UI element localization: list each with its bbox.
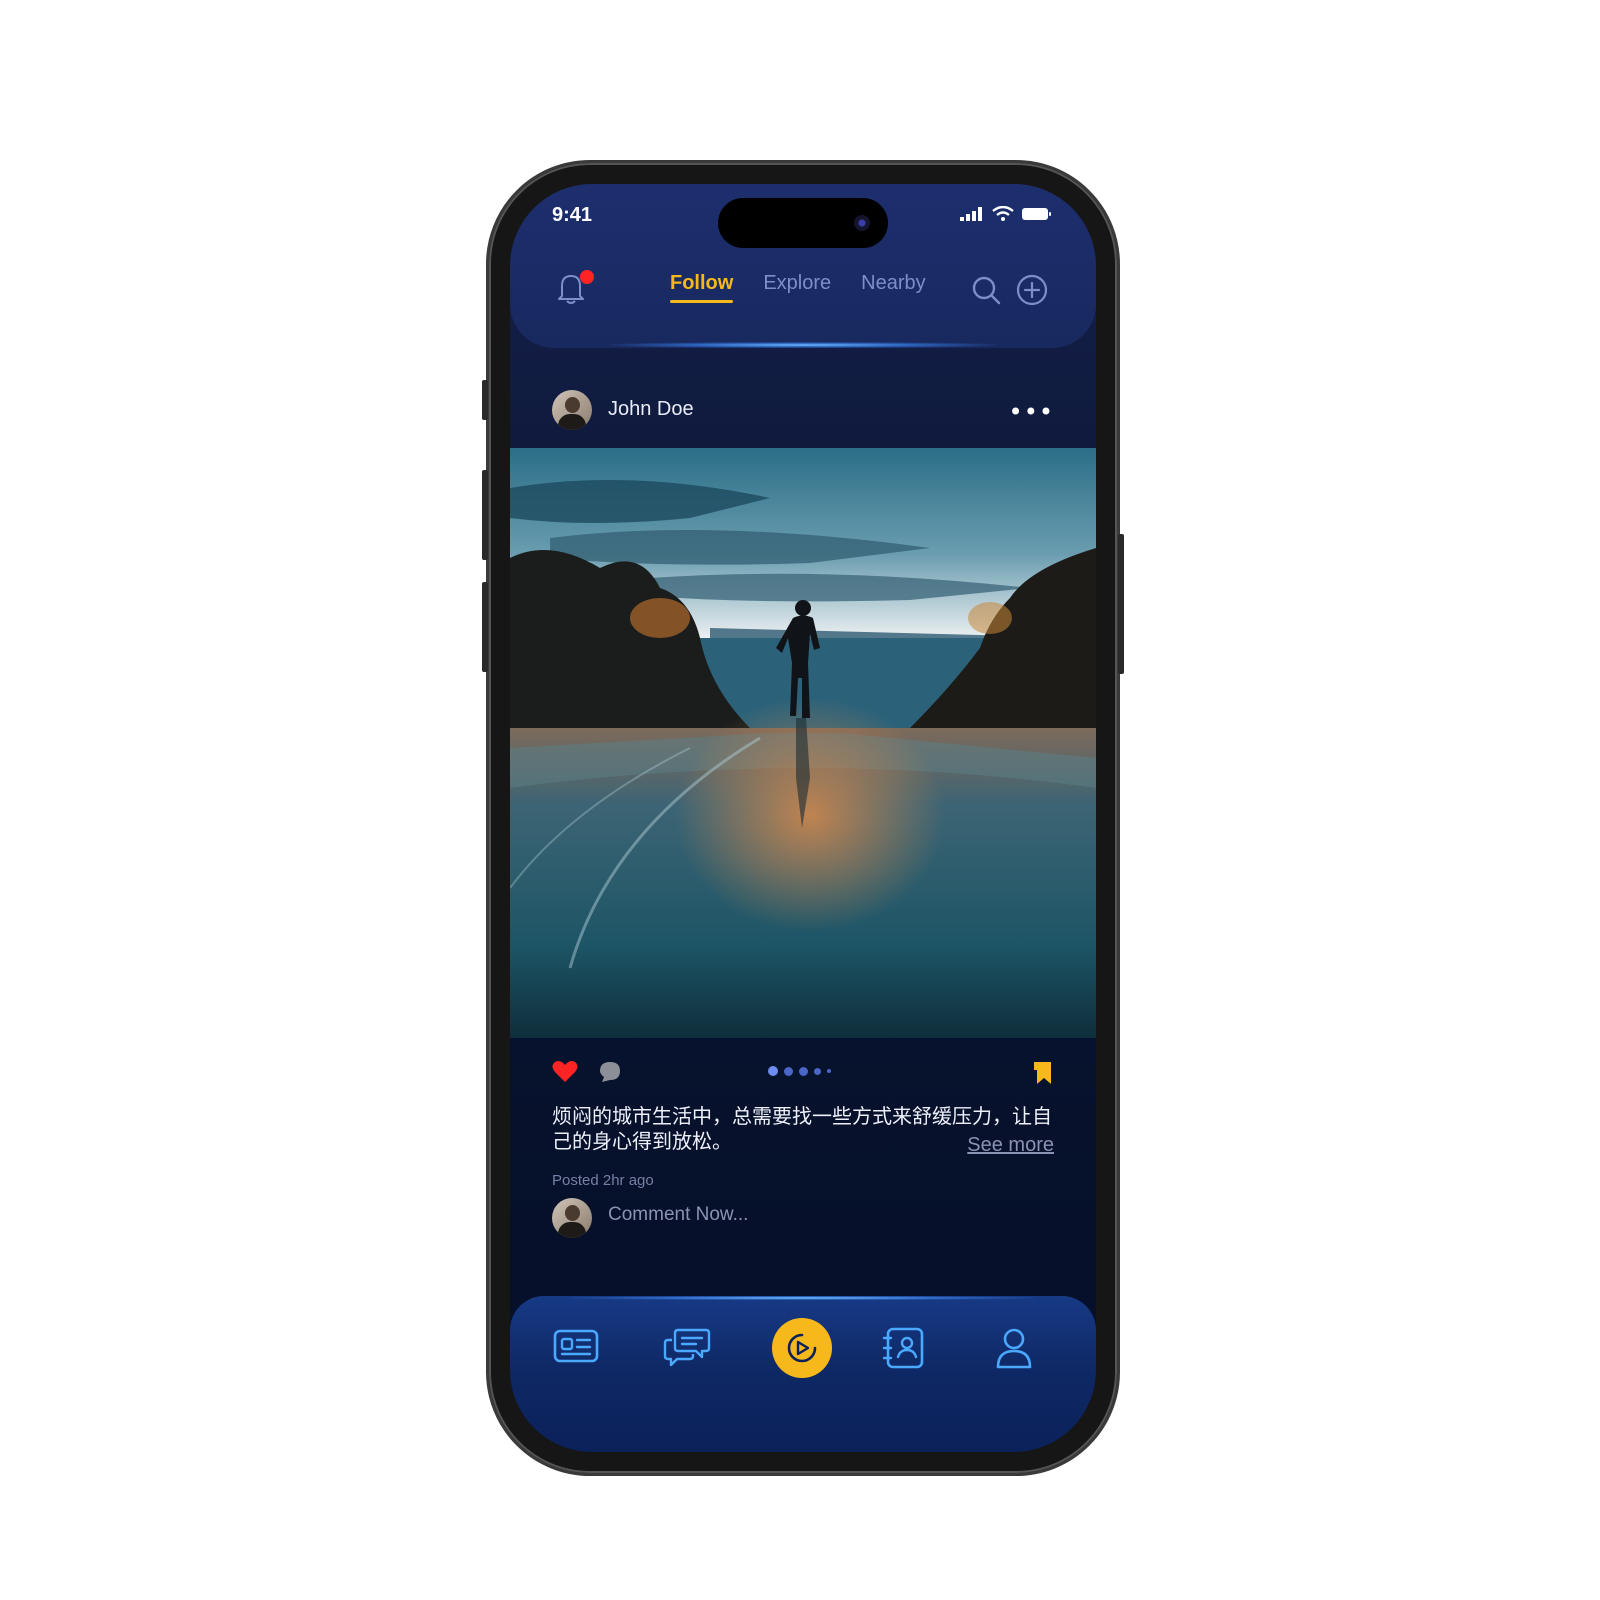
like-heart-icon[interactable] <box>552 1060 578 1084</box>
carousel-dot-active[interactable] <box>768 1066 778 1076</box>
post-actions <box>510 1054 1096 1094</box>
post-timestamp: Posted 2hr ago <box>552 1172 654 1189</box>
mute-switch <box>482 380 488 420</box>
wifi-icon <box>992 206 1014 221</box>
author-avatar[interactable] <box>552 390 592 430</box>
news-icon[interactable] <box>552 1326 600 1366</box>
bookmark-icon[interactable] <box>1034 1060 1054 1086</box>
author-name[interactable]: John Doe <box>608 398 694 421</box>
notification-badge <box>580 270 594 284</box>
play-button[interactable] <box>772 1318 832 1378</box>
carousel-dot[interactable] <box>814 1067 821 1075</box>
add-post-icon[interactable] <box>1016 274 1048 306</box>
carousel-dot[interactable] <box>784 1066 793 1076</box>
more-options-icon[interactable]: ••• <box>1009 398 1054 426</box>
power-button <box>1118 534 1124 674</box>
carousel-dot[interactable] <box>799 1066 808 1076</box>
comment-bubble-icon[interactable] <box>598 1060 622 1084</box>
bottom-nav <box>510 1296 1096 1452</box>
tab-nearby[interactable]: Nearby <box>861 272 925 303</box>
profile-icon[interactable] <box>994 1326 1034 1370</box>
search-icon[interactable] <box>970 274 1002 306</box>
commenter-avatar <box>552 1198 592 1238</box>
carousel-indicator <box>768 1066 831 1076</box>
comment-input[interactable]: Comment Now... <box>608 1204 748 1226</box>
header-glow <box>610 342 996 348</box>
carousel-dot[interactable] <box>827 1069 831 1073</box>
contacts-icon[interactable] <box>882 1326 926 1370</box>
app-screen: 9:41 Follow Explore Nearby John Doe ••• … <box>510 184 1096 1452</box>
chat-icon[interactable] <box>662 1326 712 1368</box>
status-time: 9:41 <box>552 204 593 226</box>
feed-tabs: Follow Explore Nearby <box>670 272 926 303</box>
battery-icon <box>1022 208 1051 220</box>
play-icon <box>787 1333 817 1363</box>
tab-explore[interactable]: Explore <box>763 272 831 303</box>
post-photo[interactable] <box>510 448 1096 1038</box>
post-header: John Doe ••• <box>510 378 1096 442</box>
front-camera <box>854 215 870 231</box>
runner-on-road-image <box>510 448 1096 1038</box>
volume-down-button <box>482 582 488 672</box>
status-icons <box>960 206 1052 222</box>
tab-follow[interactable]: Follow <box>670 272 734 303</box>
see-more-link[interactable]: See more <box>967 1134 1054 1157</box>
signal-icon <box>960 207 982 221</box>
nav-glow <box>570 1296 1036 1300</box>
volume-up-button <box>482 470 488 560</box>
dynamic-island <box>718 198 888 248</box>
